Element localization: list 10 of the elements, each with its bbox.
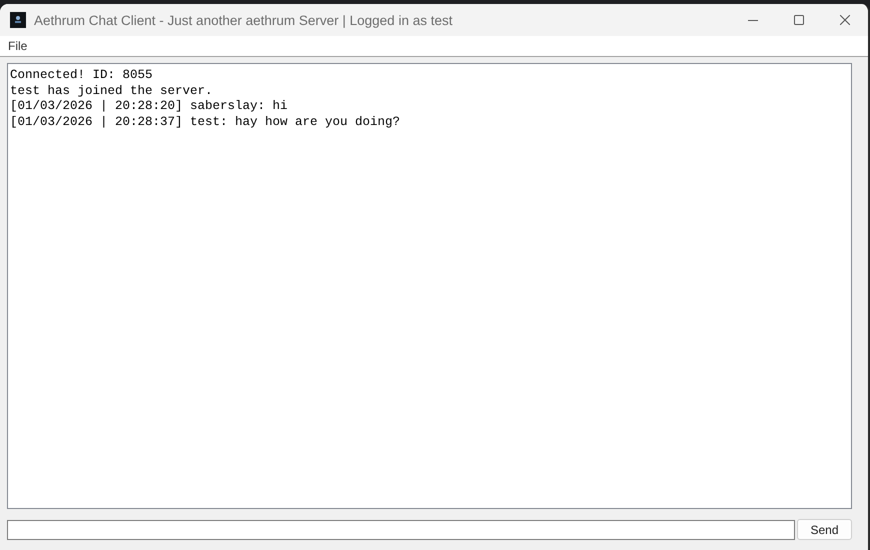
close-icon[interactable]: [840, 15, 850, 25]
menu-item[interactable]: File: [4, 39, 32, 53]
chat-message: [01/03/2026 | 20:28:37] test: hay how are you doing?: [10, 114, 402, 130]
send-button[interactable]: Send: [797, 519, 852, 540]
chat-message: Connected! ID: 8055: [10, 68, 154, 84]
chat-message: test has joined the server.: [10, 84, 214, 99]
window-title: Aethrum Chat Client - Just another aethrum Server | Logged in as test: [34, 12, 454, 28]
message-field[interactable]: [7, 520, 795, 540]
maximize-icon[interactable]: [794, 15, 804, 25]
chat-message: [01/03/2026 | 20:28:20] saberslay: hi: [10, 99, 289, 114]
